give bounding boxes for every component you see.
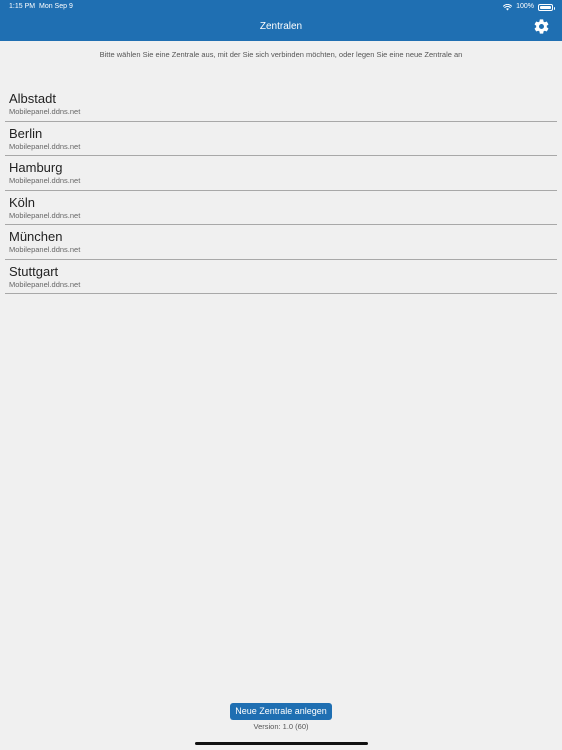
- list-item[interactable]: Köln Mobilepanel.ddns.net: [5, 191, 557, 225]
- instruction-text: Bitte wählen Sie eine Zentrale aus, mit …: [99, 50, 463, 59]
- status-right: 100%: [503, 0, 555, 14]
- list-item[interactable]: München Mobilepanel.ddns.net: [5, 225, 557, 260]
- central-name: Albstadt: [9, 91, 56, 106]
- settings-button[interactable]: [533, 18, 550, 35]
- home-indicator[interactable]: [195, 742, 368, 745]
- central-name: Köln: [9, 194, 36, 210]
- list-item[interactable]: Albstadt Mobilepanel.ddns.net: [5, 87, 557, 122]
- version-label: Version: 1.0 (60): [253, 722, 309, 731]
- list-item[interactable]: Stuttgart Mobilepanel.ddns.net: [5, 260, 557, 294]
- gear-icon: [534, 19, 549, 34]
- battery-icon: [538, 3, 555, 11]
- central-host: Mobilepanel.ddns.net: [9, 176, 81, 185]
- central-host: Mobilepanel.ddns.net: [9, 245, 81, 254]
- central-host: Mobilepanel.ddns.net: [9, 279, 81, 289]
- list-item[interactable]: Berlin Mobilepanel.ddns.net: [5, 122, 557, 156]
- status-bar: 1:15 PM Mon Sep 9 100%: [0, 0, 562, 14]
- centrals-list: Albstadt Mobilepanel.ddns.net Berlin Mob…: [5, 87, 557, 294]
- status-date: Mon Sep 9: [39, 3, 73, 10]
- list-item[interactable]: Hamburg Mobilepanel.ddns.net: [5, 156, 557, 191]
- navigation-header: 1:15 PM Mon Sep 9 100% Zentralen: [0, 0, 562, 41]
- central-name: Stuttgart: [9, 263, 59, 279]
- battery-fill: [540, 5, 551, 9]
- central-name: Hamburg: [9, 160, 63, 175]
- central-host: Mobilepanel.ddns.net: [9, 107, 81, 116]
- central-host: Mobilepanel.ddns.net: [9, 210, 81, 220]
- wifi-icon: [503, 3, 513, 10]
- status-time: 1:15 PM: [9, 3, 36, 10]
- page-title: Zentralen: [259, 21, 303, 32]
- new-central-button[interactable]: Neue Zentrale anlegen: [230, 703, 332, 720]
- central-name: München: [9, 229, 63, 244]
- battery-percent: 100%: [516, 3, 534, 10]
- central-host: Mobilepanel.ddns.net: [9, 141, 81, 151]
- central-name: Berlin: [9, 125, 43, 141]
